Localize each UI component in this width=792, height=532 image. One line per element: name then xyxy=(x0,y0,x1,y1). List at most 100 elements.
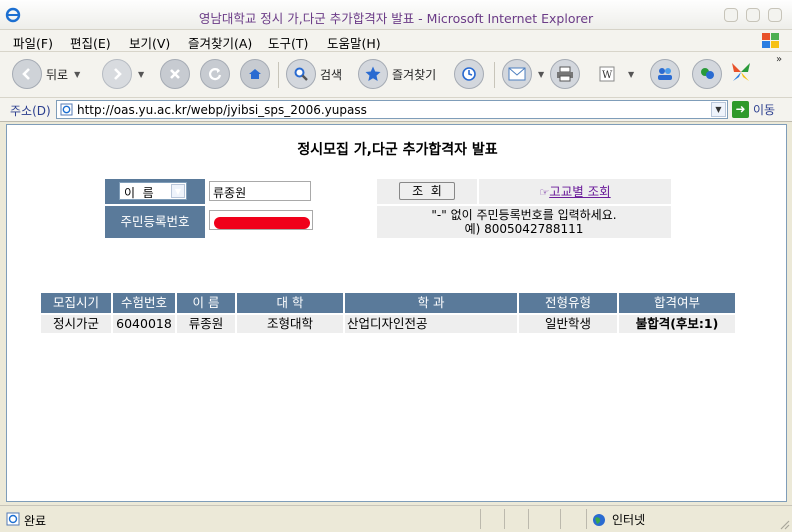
printer-icon xyxy=(550,59,580,89)
col-header-period: 모집시기 xyxy=(41,293,111,313)
name-select-cell: 이 름 ▼ xyxy=(105,179,205,204)
table-cell-college: 조형대학 xyxy=(237,315,343,333)
menu-favorites[interactable]: 즐겨찾기(A) xyxy=(188,33,252,52)
resize-grip-icon[interactable] xyxy=(778,518,790,530)
maximize-button[interactable] xyxy=(746,8,760,22)
messenger-button[interactable] xyxy=(692,59,722,89)
table-cell-type: 일반학생 xyxy=(519,315,617,333)
messenger-icon xyxy=(692,59,722,89)
col-header-type: 전형유형 xyxy=(519,293,617,313)
windows-messenger-button[interactable] xyxy=(728,59,754,85)
toolbar-separator xyxy=(494,62,495,88)
status-divider xyxy=(504,509,505,529)
rrn-hint-line1: "-" 없이 주민등록번호를 입력하세요. xyxy=(431,208,617,222)
chevron-down-icon[interactable]: ▼ xyxy=(74,70,80,79)
menu-help[interactable]: 도움말(H) xyxy=(327,33,381,52)
page-done-icon xyxy=(6,512,20,526)
back-arrow-icon xyxy=(12,59,42,89)
favorites-label: 즐겨찾기 xyxy=(392,67,437,82)
chevron-down-icon[interactable]: ▼ xyxy=(711,102,726,117)
go-label: 이동 xyxy=(753,103,776,117)
title-bar: 영남대학교 정시 가,다군 추가합격자 발표 - Microsoft Inter… xyxy=(0,0,792,30)
menu-tools[interactable]: 도구(T) xyxy=(268,33,308,52)
stop-button[interactable] xyxy=(160,59,190,89)
search-type-select[interactable]: 이 름 ▼ xyxy=(119,182,187,200)
menu-view[interactable]: 보기(V) xyxy=(129,33,170,52)
rrn-input[interactable] xyxy=(209,210,313,230)
go-arrow-icon: ➜ xyxy=(732,101,749,118)
print-button[interactable] xyxy=(550,59,580,89)
go-button[interactable]: ➜ 이동 xyxy=(732,101,775,118)
forward-arrow-icon xyxy=(102,59,132,89)
search-button-cell: 조 회 xyxy=(377,179,477,204)
back-label: 뒤로 xyxy=(46,67,69,82)
edit-word-button[interactable]: W ▼ xyxy=(592,59,634,89)
search-label: 검색 xyxy=(320,67,343,82)
menu-file[interactable]: 파일(F) xyxy=(13,33,53,52)
address-url: http://oas.yu.ac.kr/webp/jyibsi_sps_2006… xyxy=(77,103,367,117)
status-text: 완료 xyxy=(24,514,47,528)
toolbar: 뒤로 ▼ ▼ 검색 즐겨찾기 ▼ W ▼ » xyxy=(0,52,792,98)
home-button[interactable] xyxy=(240,59,270,89)
col-header-exam-no: 수험번호 xyxy=(113,293,175,313)
status-divider xyxy=(480,509,481,529)
page-icon xyxy=(60,103,73,116)
rrn-label: 주민등록번호 xyxy=(105,206,205,238)
address-input[interactable]: http://oas.yu.ac.kr/webp/jyibsi_sps_2006… xyxy=(56,100,728,119)
mail-icon xyxy=(502,59,532,89)
rrn-hint-line2: 예) 8005042788111 xyxy=(464,222,584,236)
chevron-down-icon[interactable]: ▼ xyxy=(628,70,634,79)
favorites-button[interactable]: 즐겨찾기 xyxy=(358,59,436,89)
menu-bar: 파일(F) 편집(E) 보기(V) 즐겨찾기(A) 도구(T) 도움말(H) xyxy=(0,30,792,52)
status-divider xyxy=(560,509,561,529)
chevron-down-icon[interactable]: ▼ xyxy=(171,184,185,198)
toolbar-overflow-icon[interactable]: » xyxy=(776,54,782,65)
forward-button[interactable]: ▼ xyxy=(102,59,144,89)
zone-label: 인터넷 xyxy=(612,513,646,527)
security-zone: 인터넷 xyxy=(592,511,645,528)
name-input-cell: 류종원 xyxy=(207,179,375,204)
refresh-button[interactable] xyxy=(200,59,230,89)
status-divider xyxy=(586,509,587,529)
close-button[interactable] xyxy=(768,8,782,22)
history-button[interactable] xyxy=(454,59,484,89)
search-button[interactable]: 검색 xyxy=(286,59,342,89)
table-cell-period: 정시가군 xyxy=(41,315,111,333)
discuss-button[interactable] xyxy=(650,59,680,89)
table-cell-result: 불합격(후보:1) xyxy=(619,315,735,333)
search-submit-button[interactable]: 조 회 xyxy=(399,182,455,200)
table-cell-name: 류종원 xyxy=(177,315,235,333)
chevron-down-icon[interactable]: ▼ xyxy=(538,70,544,79)
minimize-button[interactable] xyxy=(724,8,738,22)
address-label: 주소(D) xyxy=(10,104,51,118)
discuss-people-icon xyxy=(650,59,680,89)
col-header-result: 합격여부 xyxy=(619,293,735,313)
link-hand-icon: ☞ xyxy=(539,186,550,199)
page-content: 정시모집 가,다군 추가합격자 발표 이 름 ▼ 류종원 조 회 ☞고교별 조회… xyxy=(6,124,787,502)
svg-text:W: W xyxy=(602,70,613,81)
table-cell-exam-no: 6040018 xyxy=(113,315,175,333)
toolbar-separator xyxy=(278,62,279,88)
menu-edit[interactable]: 편집(E) xyxy=(70,33,111,52)
chevron-down-icon[interactable]: ▼ xyxy=(138,70,144,79)
status-divider xyxy=(528,509,529,529)
globe-icon xyxy=(593,513,605,526)
mail-button[interactable]: ▼ xyxy=(502,59,544,89)
rrn-input-cell xyxy=(207,206,375,238)
stop-icon xyxy=(160,59,190,89)
school-search-link[interactable]: 고교별 조회 xyxy=(549,184,610,199)
redacted-mark xyxy=(214,217,310,229)
msn-butterfly-icon xyxy=(732,63,750,81)
window-title: 영남대학교 정시 가,다군 추가합격자 발표 - Microsoft Inter… xyxy=(198,11,594,26)
status-bar: 완료 인터넷 xyxy=(0,505,792,532)
col-header-college: 대 학 xyxy=(237,293,343,313)
school-link-cell: ☞고교별 조회 xyxy=(479,179,671,204)
refresh-icon xyxy=(200,59,230,89)
back-button[interactable]: 뒤로 ▼ xyxy=(12,59,80,89)
windows-logo-icon xyxy=(762,33,779,48)
home-icon xyxy=(240,59,270,89)
name-input[interactable]: 류종원 xyxy=(209,181,311,201)
page-title: 정시모집 가,다군 추가합격자 발표 xyxy=(297,142,498,158)
table-cell-department: 산업디자인전공 xyxy=(345,315,517,333)
address-bar: 주소(D) http://oas.yu.ac.kr/webp/jyibsi_sp… xyxy=(0,98,792,122)
